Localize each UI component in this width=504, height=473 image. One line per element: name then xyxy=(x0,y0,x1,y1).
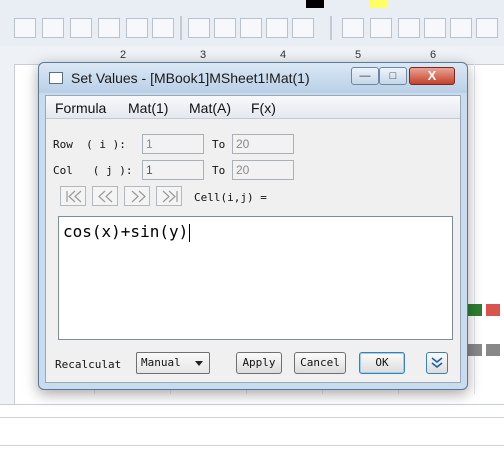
toolbar-button[interactable] xyxy=(342,18,364,38)
column-header-label[interactable]: 6 xyxy=(430,49,436,61)
dialog-body: Formula Mat(1) Mat(A) F(x) Row ( i ): 1 … xyxy=(45,95,461,383)
expand-button[interactable] xyxy=(426,352,448,374)
chart-icon[interactable] xyxy=(466,300,504,370)
app-toolbar xyxy=(0,0,504,47)
toolbar-button[interactable] xyxy=(214,18,236,38)
menu-mat1[interactable]: Mat(1) xyxy=(128,100,168,116)
toolbar-button[interactable] xyxy=(370,18,392,38)
cell-label: Cell(i,j) = xyxy=(194,191,267,204)
toolbar-button[interactable] xyxy=(98,18,120,38)
last-button[interactable] xyxy=(156,186,182,206)
row-to-field[interactable]: 20 xyxy=(232,134,294,154)
set-values-dialog: Set Values - [MBook1]MSheet1!Mat(1) — □ … xyxy=(38,62,468,390)
next-icon xyxy=(131,190,146,203)
cancel-button[interactable]: Cancel xyxy=(294,352,346,374)
toolbar-button[interactable] xyxy=(476,18,498,38)
toolbar-button[interactable] xyxy=(152,18,174,38)
toolbar-button[interactable] xyxy=(292,18,314,38)
toolbar-button[interactable] xyxy=(42,18,64,38)
menu-formula[interactable]: Formula xyxy=(55,100,106,116)
toolbar-button[interactable] xyxy=(266,18,288,38)
dialog-title: Set Values - [MBook1]MSheet1!Mat(1) xyxy=(71,70,310,86)
minimize-button[interactable]: — xyxy=(351,67,379,85)
recalculate-select[interactable]: Manual xyxy=(136,352,210,374)
apply-button[interactable]: Apply xyxy=(236,352,282,374)
maximize-button[interactable]: □ xyxy=(379,67,407,85)
toolbar-button[interactable] xyxy=(240,18,262,38)
toolbar-button[interactable] xyxy=(424,18,446,38)
previous-icon xyxy=(98,190,113,203)
dropdown-arrow-icon xyxy=(195,361,203,366)
dialog-titlebar[interactable]: Set Values - [MBook1]MSheet1!Mat(1) — □ … xyxy=(39,63,467,93)
row-header xyxy=(0,64,15,404)
toolbar-button[interactable] xyxy=(450,18,472,38)
toolbar-separator xyxy=(180,16,182,40)
column-header-label[interactable]: 3 xyxy=(200,49,206,61)
row-to-label: To xyxy=(212,138,226,151)
ok-button[interactable]: OK xyxy=(359,352,405,374)
menu-mata[interactable]: Mat(A) xyxy=(189,100,231,116)
status-area xyxy=(0,404,504,473)
col-to-field[interactable]: 20 xyxy=(232,160,294,180)
col-label: Col ( j ): xyxy=(53,164,133,177)
last-icon xyxy=(162,190,178,203)
col-from-field[interactable]: 1 xyxy=(142,160,204,180)
first-button[interactable] xyxy=(60,186,86,206)
chevron-down-icon xyxy=(431,357,443,369)
column-header-label[interactable]: 4 xyxy=(280,49,286,61)
right-toolbar xyxy=(466,300,504,370)
recalculate-value: Manual xyxy=(141,356,181,369)
first-icon xyxy=(66,190,82,203)
column-header-label[interactable]: 5 xyxy=(355,49,361,61)
menu-fx[interactable]: F(x) xyxy=(251,100,276,116)
next-button[interactable] xyxy=(124,186,150,206)
col-to-label: To xyxy=(212,164,226,177)
formula-text[interactable]: cos(x)+sin(y) xyxy=(63,222,191,242)
recalculate-label: Recalculat xyxy=(55,358,122,371)
menubar: Formula Mat(1) Mat(A) F(x) xyxy=(46,96,460,119)
toolbar-button[interactable] xyxy=(14,18,36,38)
toolbar-button[interactable] xyxy=(188,18,210,38)
column-header-label[interactable]: 2 xyxy=(120,49,126,61)
window-icon xyxy=(49,72,63,84)
color-swatch-black[interactable] xyxy=(306,0,324,8)
close-button[interactable]: X xyxy=(409,67,455,85)
toolbar-separator xyxy=(330,16,332,40)
formula-editor[interactable]: cos(x)+sin(y) xyxy=(58,216,453,340)
color-swatch-yellow[interactable] xyxy=(370,0,388,8)
row-label: Row ( i ): xyxy=(53,138,126,151)
toolbar-button[interactable] xyxy=(398,18,420,38)
toolbar-button[interactable] xyxy=(70,18,92,38)
toolbar-button[interactable] xyxy=(126,18,148,38)
previous-button[interactable] xyxy=(92,186,118,206)
row-from-field[interactable]: 1 xyxy=(142,134,204,154)
